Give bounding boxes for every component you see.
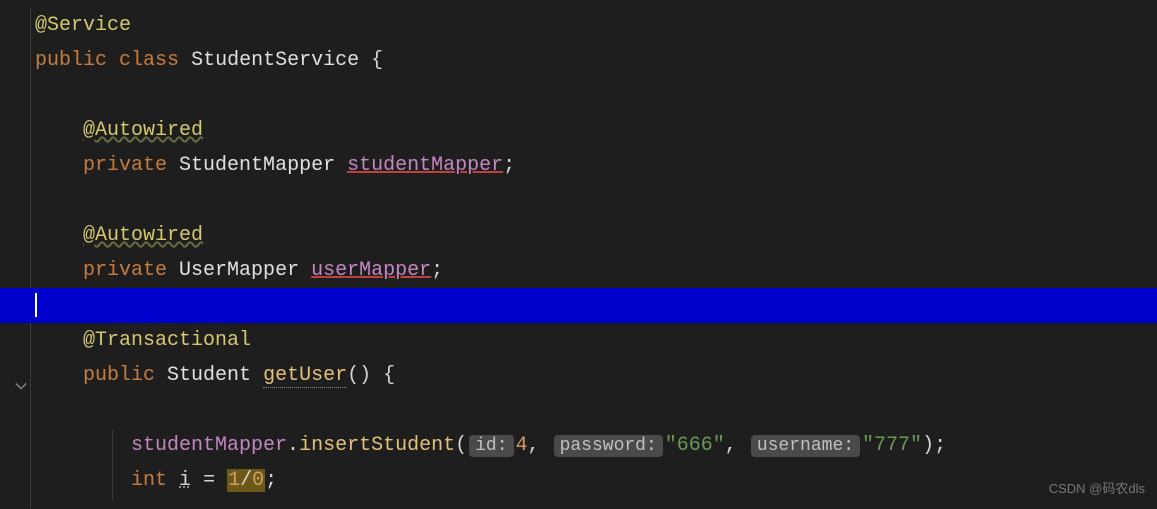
field-ref: studentMapper	[131, 434, 287, 457]
code-line: @Service	[35, 8, 1157, 43]
current-line	[0, 288, 1157, 323]
string-literal: "666"	[665, 434, 725, 457]
keyword-int: int	[131, 469, 167, 492]
watermark: CSDN @码农dls	[1049, 478, 1145, 501]
method-name: getUser	[263, 364, 347, 388]
code-line: private StudentMapper studentMapper;	[35, 148, 1157, 183]
class-name: StudentService	[191, 49, 359, 72]
field-name: studentMapper	[347, 154, 503, 177]
open-brace: {	[383, 364, 395, 387]
keyword-private: private	[83, 259, 167, 282]
indent-guide-inner	[112, 430, 113, 500]
text-cursor	[35, 293, 37, 317]
code-editor[interactable]: @Service public class StudentService { @…	[0, 0, 1157, 498]
number-literal: 0	[252, 469, 264, 492]
keyword-private: private	[83, 154, 167, 177]
code-line	[35, 183, 1157, 218]
annotation: @Service	[35, 14, 131, 37]
variable: i	[179, 469, 191, 492]
code-line: @Autowired	[35, 218, 1157, 253]
open-brace: {	[371, 49, 383, 72]
keyword-public: public	[35, 49, 107, 72]
code-line: public Student getUser() {	[35, 358, 1157, 393]
code-line: @Autowired	[35, 113, 1157, 148]
annotation-autowired: @Autowired	[83, 119, 203, 142]
keyword-class: class	[119, 49, 179, 72]
type-name: UserMapper	[179, 259, 299, 282]
param-hint-id: id:	[469, 435, 513, 457]
annotation-autowired: @Autowired	[83, 224, 203, 247]
semicolon: ;	[431, 259, 443, 282]
type-name: StudentMapper	[179, 154, 335, 177]
semicolon: ;	[265, 469, 277, 492]
code-line	[35, 78, 1157, 113]
parens: ()	[347, 364, 371, 387]
number-literal: 1	[228, 469, 240, 492]
return-type: Student	[167, 364, 251, 387]
number-literal: 4	[516, 434, 528, 457]
code-line: studentMapper.insertStudent(id:4, passwo…	[35, 428, 1157, 463]
string-literal: "777"	[862, 434, 922, 457]
keyword-public: public	[83, 364, 155, 387]
semicolon: ;	[503, 154, 515, 177]
code-line: @Transactional	[35, 323, 1157, 358]
code-line: public class StudentService {	[35, 43, 1157, 78]
param-hint-password: password:	[554, 435, 663, 457]
annotation-transactional: @Transactional	[83, 329, 251, 352]
code-line: private UserMapper userMapper;	[35, 253, 1157, 288]
code-line: int i = 1/0;	[35, 463, 1157, 498]
field-name: userMapper	[311, 259, 431, 282]
method-call: insertStudent	[299, 434, 455, 457]
code-line	[35, 393, 1157, 428]
param-hint-username: username:	[751, 435, 860, 457]
